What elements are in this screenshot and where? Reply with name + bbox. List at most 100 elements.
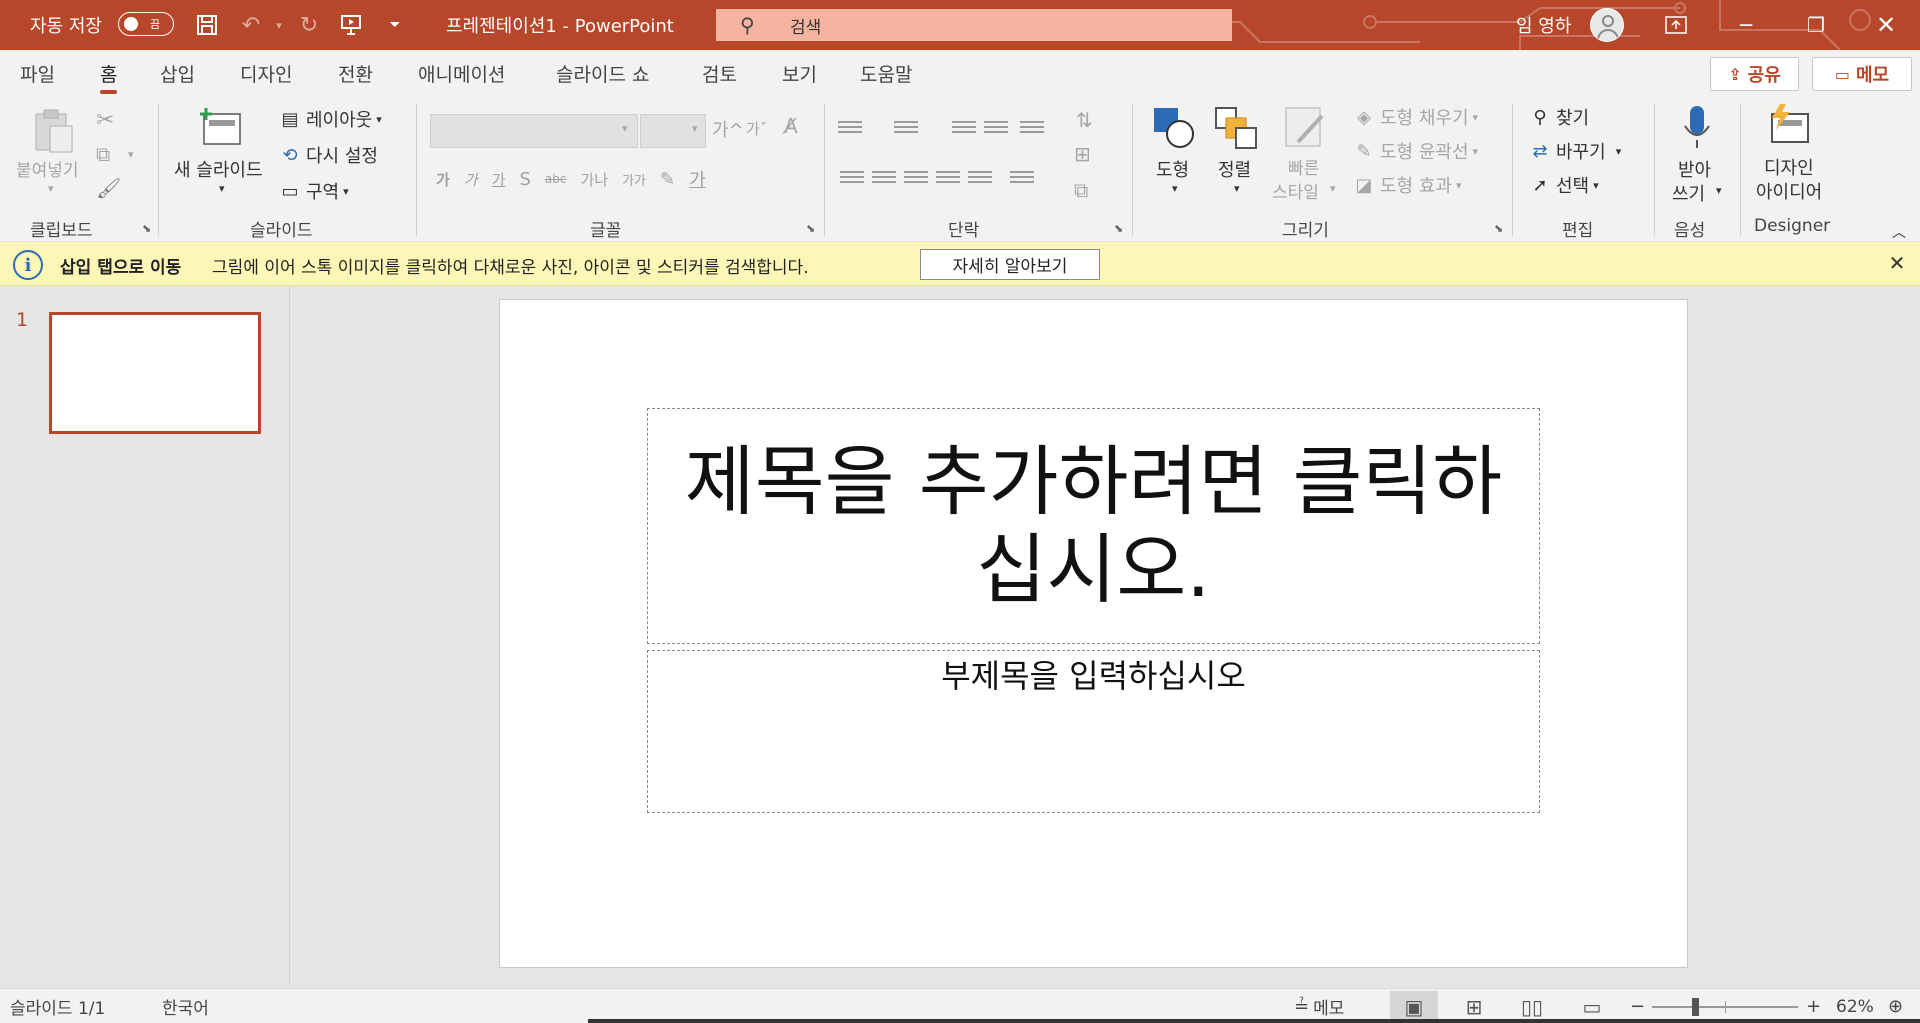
decrease-indent-icon[interactable]: [952, 118, 976, 138]
smartart-icon[interactable]: ⧉: [1074, 178, 1088, 202]
dictate-label-2[interactable]: 쓰기: [1672, 180, 1705, 206]
section-button[interactable]: ▭ 구역 ▾: [278, 178, 348, 204]
close-icon[interactable]: ✕: [1856, 0, 1916, 50]
redo-icon[interactable]: ↻: [294, 10, 324, 40]
italic-icon[interactable]: 가: [464, 169, 478, 190]
avatar[interactable]: [1590, 8, 1624, 42]
language[interactable]: 한국어: [162, 989, 209, 1023]
paste-icon[interactable]: [30, 108, 76, 154]
numbering-icon[interactable]: [894, 118, 918, 138]
align-center-icon[interactable]: [872, 168, 896, 188]
arrange-label[interactable]: 정렬: [1218, 156, 1251, 182]
new-slide-icon[interactable]: [198, 106, 244, 148]
reset-button[interactable]: ⟲ 다시 설정: [278, 142, 378, 168]
clipboard-launcher-icon[interactable]: ⬊: [142, 222, 154, 235]
reading-view-icon[interactable]: ▯▯: [1508, 991, 1556, 1022]
subtitle-placeholder[interactable]: 부제목을 입력하십시오: [647, 650, 1540, 813]
restore-icon[interactable]: ❐: [1786, 0, 1846, 50]
design-ideas-icon[interactable]: [1766, 104, 1812, 150]
user-name[interactable]: 임 영하: [1516, 0, 1571, 50]
character-spacing-icon[interactable]: 가나: [580, 169, 608, 190]
shrink-font-icon[interactable]: 가ˇ: [746, 118, 767, 139]
customize-toolbar-icon[interactable]: ⏷: [380, 10, 410, 40]
tab-transitions[interactable]: 전환: [338, 50, 373, 96]
format-painter-icon[interactable]: 🖌: [96, 176, 121, 200]
tab-design[interactable]: 디자인: [240, 50, 292, 96]
grow-font-icon[interactable]: 가^: [712, 116, 744, 142]
shape-fill-button[interactable]: ◈ 도형 채우기 ▾: [1352, 104, 1478, 130]
underline-icon[interactable]: 가: [492, 169, 506, 190]
shape-outline-button[interactable]: ✎ 도형 윤곽선 ▾: [1352, 138, 1478, 164]
replace-button[interactable]: ⇄ 바꾸기 ▾: [1528, 138, 1621, 164]
new-slide-dropdown-icon[interactable]: ▾: [219, 182, 225, 195]
justify-icon[interactable]: [936, 168, 960, 188]
normal-view-icon[interactable]: ▣: [1390, 991, 1438, 1022]
zoom-out-icon[interactable]: −: [1630, 989, 1645, 1023]
collapse-ribbon-icon[interactable]: ︿: [1892, 222, 1906, 242]
align-text-icon[interactable]: ⊞: [1074, 142, 1091, 166]
title-placeholder[interactable]: 제목을 추가하려면 클릭하십시오.: [647, 408, 1540, 644]
save-icon[interactable]: [192, 10, 222, 40]
slide-thumbnail[interactable]: [49, 312, 261, 434]
tab-insert[interactable]: 삽입: [160, 50, 195, 96]
font-color-icon[interactable]: 가: [689, 166, 706, 192]
increase-indent-icon[interactable]: [984, 118, 1008, 138]
font-name-dropdown[interactable]: [430, 114, 638, 148]
arrange-icon[interactable]: [1214, 106, 1258, 150]
tab-animations[interactable]: 애니메이션: [418, 50, 505, 96]
new-slide-label[interactable]: 새 슬라이드: [174, 156, 263, 182]
undo-dropdown-icon[interactable]: ▾: [264, 10, 294, 40]
paragraph-launcher-icon[interactable]: ⬊: [1114, 222, 1126, 235]
dictate-label-1[interactable]: 받아: [1678, 156, 1711, 182]
line-spacing-icon[interactable]: [1020, 118, 1044, 138]
find-button[interactable]: ⚲ 찾기: [1528, 104, 1589, 130]
copy-dropdown-icon[interactable]: ▾: [128, 148, 134, 161]
tab-slideshow[interactable]: 슬라이드 쇼: [556, 50, 649, 96]
quick-styles-label-2[interactable]: 스타일: [1272, 178, 1319, 203]
font-launcher-icon[interactable]: ⬊: [806, 222, 818, 235]
strikethrough-icon[interactable]: abc: [545, 172, 567, 186]
paste-label[interactable]: 붙여넣기: [16, 156, 79, 181]
quick-styles-label-1[interactable]: 빠른: [1288, 154, 1319, 179]
fit-to-window-icon[interactable]: ⊕: [1888, 989, 1903, 1023]
slideshow-icon[interactable]: ▭: [1568, 991, 1616, 1022]
zoom-slider-thumb[interactable]: [1692, 998, 1699, 1016]
tab-help[interactable]: 도움말: [860, 50, 912, 96]
tab-home[interactable]: 홈: [100, 50, 118, 96]
autosave-toggle[interactable]: 끔: [118, 12, 174, 36]
columns-icon[interactable]: [1010, 168, 1034, 188]
shapes-label[interactable]: 도형: [1156, 156, 1189, 182]
copy-icon[interactable]: ⧉: [96, 142, 110, 166]
present-from-start-icon[interactable]: [336, 10, 366, 40]
comments-button[interactable]: ▭ 메모: [1812, 57, 1912, 91]
align-right-icon[interactable]: [904, 168, 928, 188]
drawing-launcher-icon[interactable]: ⬊: [1494, 222, 1506, 235]
tab-file[interactable]: 파일: [20, 50, 55, 96]
minimize-icon[interactable]: ─: [1716, 0, 1776, 50]
bold-icon[interactable]: 가: [436, 169, 450, 190]
quick-styles-icon[interactable]: [1284, 106, 1328, 150]
design-ideas-label-2[interactable]: 아이디어: [1756, 178, 1822, 204]
shape-effects-button[interactable]: ◪ 도형 효과 ▾: [1352, 172, 1461, 198]
search-box[interactable]: ⚲ 검색: [716, 9, 1232, 41]
shadow-icon[interactable]: S: [519, 169, 530, 190]
zoom-in-icon[interactable]: +: [1806, 989, 1821, 1023]
ribbon-display-options-icon[interactable]: [1646, 0, 1706, 50]
layout-button[interactable]: ▤ 레이아웃 ▾: [278, 106, 381, 132]
clear-formatting-icon[interactable]: A̸: [784, 114, 798, 138]
highlight-icon[interactable]: ✎: [660, 169, 675, 190]
paste-dropdown-icon[interactable]: ▾: [48, 182, 54, 195]
distributed-icon[interactable]: [968, 168, 992, 188]
tab-review[interactable]: 검토: [702, 50, 737, 96]
notes-button[interactable]: ≟ 메모: [1294, 989, 1344, 1023]
zoom-level[interactable]: 62%: [1836, 989, 1874, 1023]
change-case-icon[interactable]: 가가: [622, 170, 646, 189]
slide-sorter-icon[interactable]: ⊞: [1450, 991, 1498, 1022]
microphone-icon[interactable]: [1682, 104, 1712, 152]
shapes-icon[interactable]: [1152, 106, 1196, 150]
close-icon[interactable]: ✕: [1884, 250, 1910, 276]
design-ideas-label-1[interactable]: 디자인: [1764, 154, 1814, 180]
select-button[interactable]: ➚ 선택 ▾: [1528, 172, 1598, 198]
text-direction-icon[interactable]: ⇅: [1076, 108, 1093, 132]
tab-view[interactable]: 보기: [782, 50, 817, 96]
